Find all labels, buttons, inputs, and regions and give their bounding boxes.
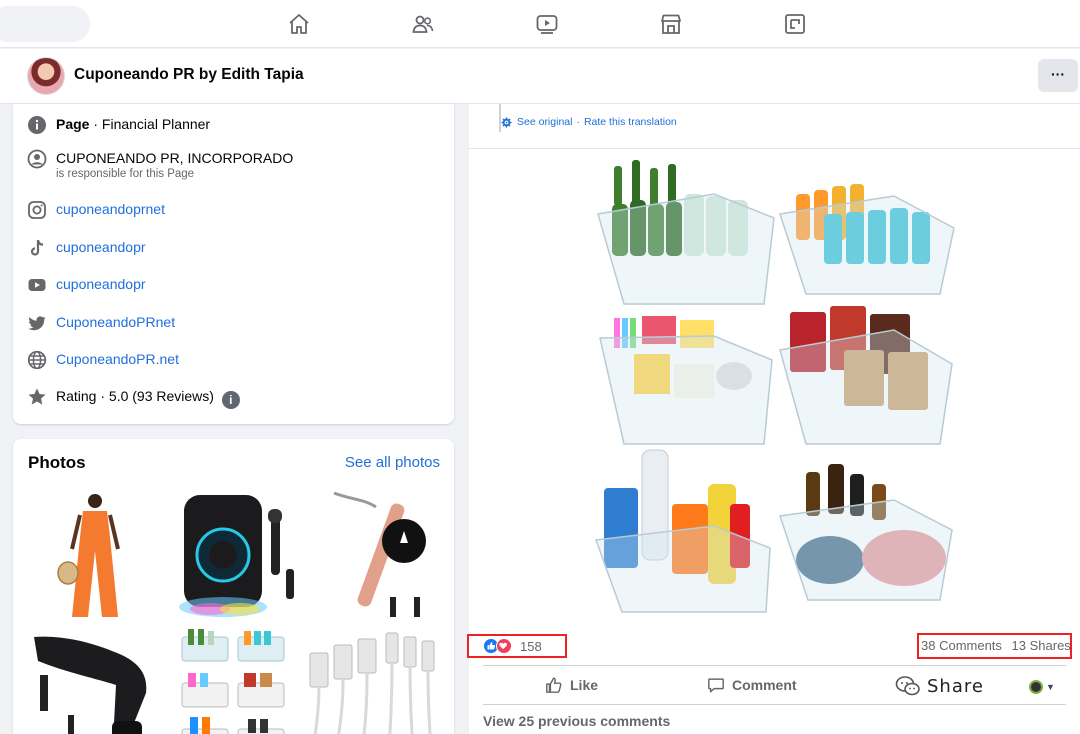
post-divider bbox=[469, 148, 1080, 149]
photo-thumbnail-cables[interactable] bbox=[304, 627, 438, 734]
organization-subtitle: is responsible for this Page bbox=[56, 168, 195, 180]
photo-thumbnail-speaker[interactable] bbox=[166, 489, 300, 623]
twitter-row[interactable]: CuponeandoPRnet bbox=[27, 313, 175, 333]
rating-row: Rating · 5.0 (93 Reviews) i bbox=[27, 387, 240, 409]
mini-avatar bbox=[1029, 680, 1043, 694]
category-value: · Financial Planner bbox=[93, 116, 211, 132]
search-input[interactable] bbox=[0, 6, 90, 42]
avatar[interactable] bbox=[27, 57, 65, 95]
translation-links: See original · Rate this translation bbox=[501, 116, 677, 128]
youtube-row[interactable]: cuponeandopr bbox=[27, 275, 146, 295]
home-icon[interactable] bbox=[287, 12, 311, 36]
star-icon bbox=[27, 387, 47, 407]
category-label: Page bbox=[56, 116, 90, 132]
action-divider-bottom bbox=[483, 704, 1066, 705]
comment-label: Comment bbox=[732, 677, 797, 693]
comments-shares-summary[interactable]: 38 Comments 13 Shares bbox=[917, 633, 1072, 659]
comment-icon bbox=[708, 678, 724, 693]
wechat-watermark-icon bbox=[895, 676, 920, 696]
photo-thumbnail-air-blower[interactable] bbox=[28, 627, 162, 734]
website-link[interactable]: CuponeandoPR.net bbox=[56, 350, 179, 368]
see-all-photos-link[interactable]: See all photos bbox=[345, 454, 440, 471]
like-label: Like bbox=[570, 677, 599, 693]
comment-button[interactable]: Comment bbox=[707, 674, 797, 696]
page-header: Cuponeando PR by Edith Tapia ··· bbox=[0, 49, 1080, 104]
share-button[interactable]: Share bbox=[895, 672, 984, 700]
comments-count[interactable]: 38 Comments bbox=[921, 638, 1002, 653]
more-options-button[interactable]: ··· bbox=[1038, 59, 1078, 92]
tiktok-icon bbox=[27, 238, 47, 258]
marketplace-icon[interactable] bbox=[659, 12, 683, 36]
reaction-count: 158 bbox=[520, 638, 542, 654]
twitter-link[interactable]: CuponeandoPRnet bbox=[56, 313, 175, 331]
youtube-link[interactable]: cuponeandopr bbox=[56, 275, 146, 293]
intro-card: Page · Financial Planner CUPONEANDO PR, … bbox=[13, 104, 454, 424]
youtube-icon bbox=[27, 275, 47, 295]
website-row[interactable]: CuponeandoPR.net bbox=[27, 350, 179, 370]
instagram-icon bbox=[27, 200, 47, 220]
globe-icon bbox=[27, 350, 47, 370]
link-separator: · bbox=[576, 116, 580, 128]
rating-info-icon[interactable]: i bbox=[221, 391, 240, 409]
post-card: See original · Rate this translation 158… bbox=[467, 104, 1080, 734]
like-button[interactable]: Like bbox=[545, 674, 598, 696]
info-icon bbox=[27, 115, 47, 135]
rate-translation-link[interactable]: Rate this translation bbox=[584, 116, 677, 128]
verified-user-icon bbox=[27, 149, 47, 169]
instagram-row[interactable]: cuponeandoprnet bbox=[27, 200, 165, 220]
friends-icon[interactable] bbox=[411, 12, 435, 36]
tiktok-link[interactable]: cuponeandopr bbox=[56, 238, 146, 256]
category-row: Page · Financial Planner bbox=[27, 115, 210, 135]
see-original-link[interactable]: See original bbox=[517, 116, 572, 128]
top-nav bbox=[0, 0, 1080, 48]
instagram-link[interactable]: cuponeandoprnet bbox=[56, 200, 165, 218]
thumbs-up-icon bbox=[546, 677, 562, 693]
photos-card: Photos See all photos bbox=[13, 439, 454, 734]
post-product-image[interactable] bbox=[594, 154, 964, 624]
share-audience-selector[interactable]: ▼ bbox=[1029, 680, 1057, 694]
view-previous-comments-link[interactable]: View 25 previous comments bbox=[483, 713, 670, 729]
page-title[interactable]: Cuponeando PR by Edith Tapia bbox=[74, 66, 304, 84]
chevron-down-icon: ▼ bbox=[1046, 682, 1055, 692]
twitter-icon bbox=[27, 313, 47, 333]
reactions-summary[interactable]: 158 bbox=[467, 634, 567, 658]
rating-text: Rating · 5.0 (93 Reviews) bbox=[56, 388, 214, 404]
organization-row: CUPONEANDO PR, INCORPORADO is responsibl… bbox=[27, 149, 293, 181]
action-divider bbox=[483, 665, 1066, 666]
share-label: Share bbox=[927, 675, 984, 697]
photos-title: Photos bbox=[28, 453, 86, 472]
gear-icon bbox=[501, 116, 512, 128]
watch-icon[interactable] bbox=[535, 12, 559, 36]
photo-thumbnail-organizers[interactable] bbox=[166, 627, 300, 734]
photo-thumbnail-outfit[interactable] bbox=[28, 489, 162, 623]
tiktok-row[interactable]: cuponeandopr bbox=[27, 238, 146, 258]
reactions-row: 158 38 Comments 13 Shares bbox=[467, 632, 1080, 660]
photo-thumbnail-lighter[interactable] bbox=[304, 489, 438, 623]
shares-count[interactable]: 13 Shares bbox=[1012, 638, 1070, 653]
gaming-icon[interactable] bbox=[783, 12, 807, 36]
organization-name: CUPONEANDO PR, INCORPORADO bbox=[56, 150, 294, 166]
love-reaction-icon bbox=[496, 638, 512, 654]
